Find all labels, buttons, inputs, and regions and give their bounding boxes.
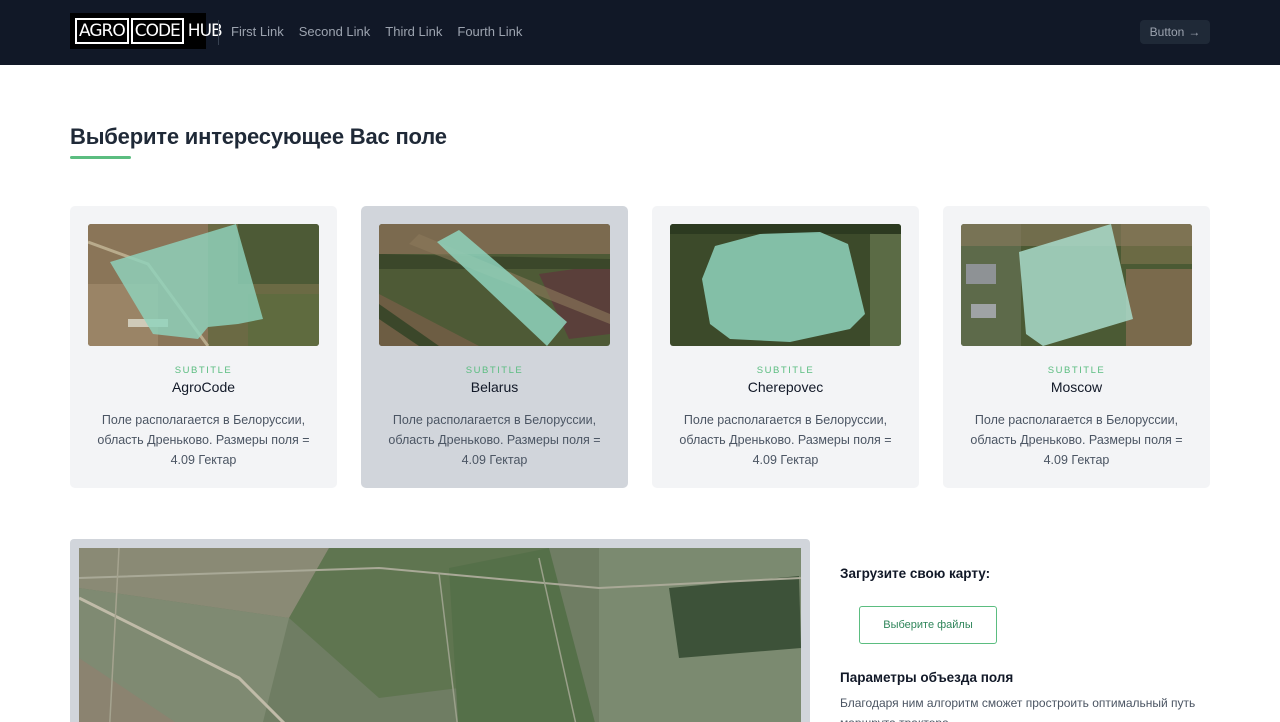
field-card-moscow[interactable]: SUBTITLE Moscow Поле располагается в Бел… <box>943 206 1210 488</box>
field-thumbnail <box>88 224 319 346</box>
params-description: Благодаря ним алгоритм сможет простроить… <box>840 696 1196 722</box>
field-card-belarus[interactable]: SUBTITLE Belarus Поле располагается в Бе… <box>361 206 628 488</box>
logo-text-agro: AGRO <box>75 18 129 44</box>
field-card-cherepovec[interactable]: SUBTITLE Cherepovec Поле располагается в… <box>652 206 919 488</box>
card-description: Поле располагается в Белоруссии, область… <box>97 413 310 467</box>
card-description: Поле располагается в Белоруссии, область… <box>679 413 892 467</box>
card-name: Belarus <box>470 379 519 395</box>
choose-files-button[interactable]: Выберите файлы <box>859 606 997 644</box>
nav-link-fourth[interactable]: Fourth Link <box>457 24 522 40</box>
upload-label: Загрузите свою карту: <box>840 566 991 581</box>
top-navbar: AGRO CODE HUB First Link Second Link Thi… <box>0 0 1280 65</box>
field-thumbnail <box>961 224 1192 346</box>
page-title: Выберите интересующее Вас поле <box>70 124 447 149</box>
card-name: Cherepovec <box>747 379 824 395</box>
card-description: Поле располагается в Белоруссии, область… <box>970 413 1183 467</box>
logo-text-code: CODE <box>130 18 184 44</box>
nav-divider <box>218 20 219 45</box>
card-subtitle: SUBTITLE <box>174 365 233 376</box>
card-subtitle: SUBTITLE <box>756 365 815 376</box>
nav-link-second[interactable]: Second Link <box>299 24 371 40</box>
field-thumbnail <box>670 224 901 346</box>
nav-link-first[interactable]: First Link <box>231 24 284 40</box>
agrocode-hub-logo[interactable]: AGRO CODE HUB <box>70 13 223 49</box>
arrow-right-icon: → <box>1188 25 1201 39</box>
card-description: Поле располагается в Белоруссии, область… <box>388 413 601 467</box>
card-name: Moscow <box>1050 379 1103 395</box>
field-map-frame <box>70 539 810 722</box>
card-subtitle: SUBTITLE <box>1047 365 1106 376</box>
card-name: AgroCode <box>171 379 236 395</box>
main-nav: First Link Second Link Third Link Fourth… <box>231 24 522 40</box>
header-button-label: Button <box>1149 25 1185 39</box>
card-subtitle: SUBTITLE <box>465 365 524 376</box>
field-thumbnail <box>379 224 610 346</box>
nav-link-third[interactable]: Third Link <box>385 24 442 40</box>
header-button[interactable]: Button → <box>1140 20 1210 44</box>
title-underline <box>70 156 131 159</box>
field-card-agrocode[interactable]: SUBTITLE AgroCode Поле располагается в Б… <box>70 206 337 488</box>
field-map[interactable] <box>79 548 801 722</box>
params-title: Параметры объезда поля <box>840 670 1014 685</box>
